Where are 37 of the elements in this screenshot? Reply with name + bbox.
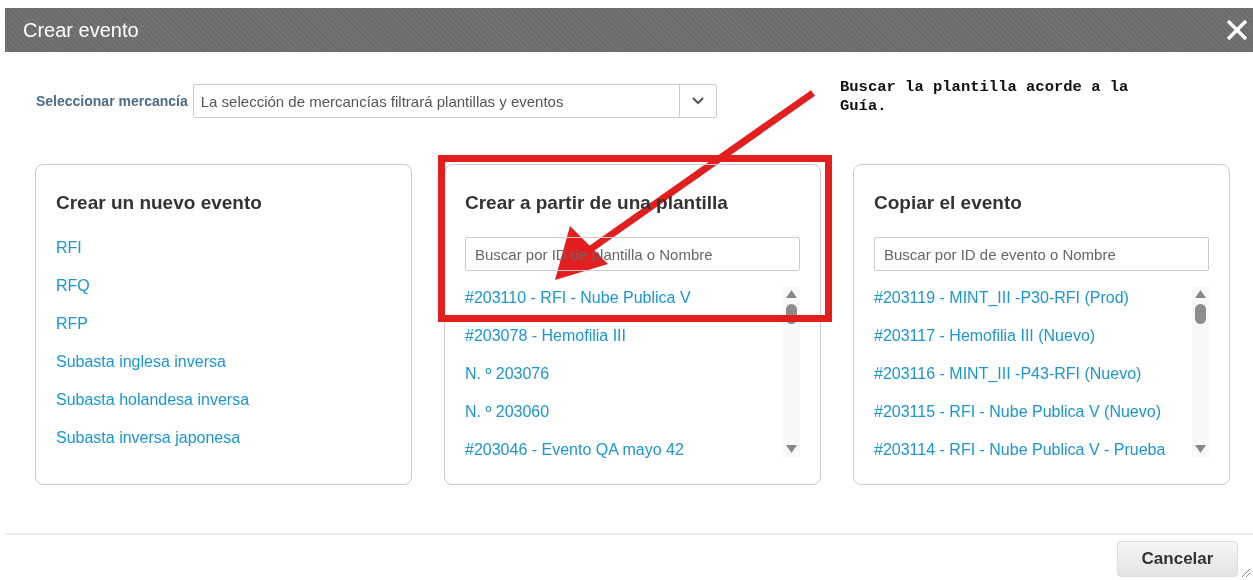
commodity-select[interactable]: La selección de mercancías filtrará plantillas y eventos: [192, 84, 717, 118]
list-link[interactable]: N. º 203076: [465, 364, 550, 384]
list-link[interactable]: Subasta inversa japonesa: [56, 428, 241, 448]
close-button[interactable]: [1225, 18, 1249, 42]
list-link[interactable]: Subasta inglesa inversa: [56, 352, 226, 372]
list-link[interactable]: #203119 - MINT_III -P30-RFI (Prod): [874, 288, 1129, 308]
window-title: Crear evento: [23, 18, 139, 42]
list-link[interactable]: RFI: [56, 238, 82, 258]
list-link[interactable]: #203115 - RFI - Nube Publica V (Nuevo): [874, 402, 1161, 422]
close-icon: [1225, 18, 1249, 42]
scrollbar[interactable]: [783, 286, 800, 457]
chevron-down-icon: [691, 97, 704, 105]
list-link[interactable]: #203110 - RFI - Nube Publica V: [465, 288, 691, 308]
panel-title: Copiar el evento: [874, 191, 1022, 215]
list-link[interactable]: #203116 - MINT_III -P43-RFI (Nuevo): [874, 364, 1142, 384]
scrollbar[interactable]: [1192, 286, 1209, 457]
resize-grip-icon[interactable]: [1241, 568, 1251, 578]
scroll-up-icon[interactable]: [786, 290, 797, 298]
cancel-button[interactable]: Cancelar: [1117, 541, 1238, 577]
scroll-thumb[interactable]: [786, 304, 797, 324]
scroll-down-icon[interactable]: [786, 445, 797, 453]
search-field[interactable]: Buscar por ID de evento o Nombre: [874, 237, 1209, 271]
list-link[interactable]: RFP: [56, 314, 88, 334]
list-link[interactable]: #203114 - RFI - Nube Publica V - Prueba: [874, 440, 1166, 460]
list-link[interactable]: RFQ: [56, 276, 90, 296]
panel-title: Crear a partir de una plantilla: [465, 191, 728, 215]
list-link[interactable]: #203117 - Hemofilia III (Nuevo): [874, 326, 1096, 346]
list-link[interactable]: #203078 - Hemofilia III: [465, 326, 626, 346]
list-link[interactable]: N. º 203060: [465, 402, 550, 422]
scroll-up-icon[interactable]: [1195, 290, 1206, 298]
scroll-thumb[interactable]: [1195, 304, 1206, 324]
scroll-down-icon[interactable]: [1195, 445, 1206, 453]
list-link[interactable]: #203046 - Evento QA mayo 42: [465, 440, 684, 460]
panel-title: Crear un nuevo evento: [56, 191, 262, 215]
list-link[interactable]: Subasta holandesa inversa: [56, 390, 250, 410]
annotation-note: Buscar la plantilla acorde a la Guía.: [840, 78, 1130, 116]
field-label: Seleccionar mercancía: [36, 93, 188, 109]
